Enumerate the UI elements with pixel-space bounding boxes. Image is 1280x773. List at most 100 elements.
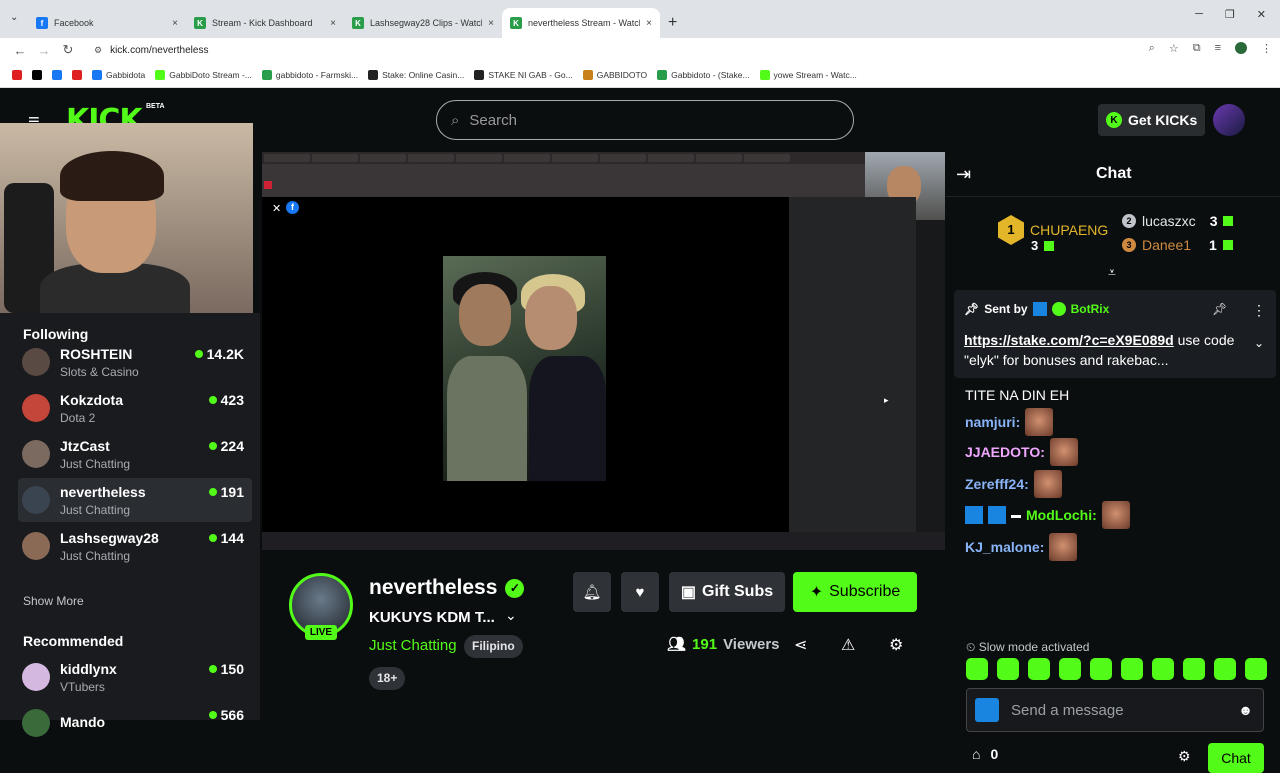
emote-icon[interactable] bbox=[1090, 658, 1112, 680]
report-icon[interactable]: ⚠ bbox=[841, 635, 855, 655]
user-avatar[interactable] bbox=[1213, 104, 1245, 136]
emoji-picker-icon[interactable]: ☻ bbox=[1238, 702, 1253, 718]
leaderboard-second[interactable]: 2 lucaszxc 3 bbox=[1122, 213, 1234, 229]
emote-icon[interactable] bbox=[1028, 658, 1050, 680]
bookmark-item[interactable]: Stake: Online Casin... bbox=[368, 69, 464, 80]
more-options-icon[interactable]: ⋮ bbox=[1252, 302, 1266, 319]
chat-username[interactable]: JJAEDOTO: bbox=[965, 444, 1045, 460]
minimize-icon[interactable]: ─ bbox=[1195, 8, 1203, 21]
user-settings-icon[interactable]: ⚙ bbox=[889, 635, 903, 655]
chat-settings-icon[interactable]: ⚙ bbox=[1178, 748, 1191, 765]
sidebar-channel-jtzcast[interactable]: JtzCast Just Chatting 224 bbox=[18, 432, 252, 476]
sidebar-channel-nevertheless[interactable]: nevertheless Just Chatting 191 bbox=[18, 478, 252, 522]
back-icon[interactable]: ← bbox=[8, 43, 32, 58]
chat-message: JJAEDOTO: bbox=[965, 438, 1078, 466]
emote-icon[interactable] bbox=[1059, 658, 1081, 680]
browser-tab-facebook[interactable]: f Facebook × bbox=[28, 8, 186, 38]
browser-menu-icon[interactable]: ⋮ bbox=[1261, 42, 1272, 55]
reload-icon[interactable]: ↻ bbox=[56, 42, 80, 58]
emote-icon[interactable] bbox=[997, 658, 1019, 680]
gift-subs-button[interactable]: ▣ Gift Subs bbox=[669, 572, 785, 612]
bookmark-item[interactable]: yowe Stream - Watc... bbox=[759, 69, 857, 80]
zoom-icon[interactable]: ⌕ bbox=[1149, 42, 1155, 55]
collapse-leaderboard-icon[interactable]: ⩡ bbox=[1108, 264, 1116, 281]
search-icon: ⌕ bbox=[451, 111, 460, 129]
chat-input[interactable]: Send a message ☻ bbox=[966, 688, 1264, 732]
notification-bell-button[interactable]: 🔔︎ bbox=[573, 572, 611, 612]
channel-info: Mando bbox=[60, 714, 209, 733]
tab-search-icon[interactable]: ⌄ bbox=[10, 12, 18, 23]
chat-username[interactable]: ModLochi: bbox=[1026, 507, 1097, 523]
extensions-icon[interactable]: ⧉ bbox=[1193, 42, 1201, 55]
bookmark-item[interactable]: GABBIDOTO bbox=[582, 69, 648, 80]
chat-input-placeholder: Send a message bbox=[1011, 701, 1124, 719]
emote-icon[interactable] bbox=[1183, 658, 1205, 680]
show-more-link[interactable]: Show More bbox=[23, 594, 84, 608]
bookmark-item[interactable]: Gabbidoto - (Stake... bbox=[657, 69, 750, 80]
kicks-balance[interactable]: ⌂ 0 bbox=[972, 746, 998, 762]
new-tab-icon[interactable]: + bbox=[668, 14, 677, 32]
unpin-icon[interactable]: 📌︎ bbox=[1212, 302, 1227, 316]
leaderboard-third[interactable]: 3 Danee1 1 bbox=[1122, 237, 1233, 253]
chat-username[interactable]: Zerefff24: bbox=[965, 476, 1029, 492]
close-tab-icon[interactable]: × bbox=[646, 18, 652, 29]
bookmark-item[interactable] bbox=[32, 69, 42, 80]
video-player[interactable]: ✕ f ▸ bbox=[262, 152, 945, 550]
pinned-link[interactable]: https://stake.com/?c=eX9E089d bbox=[964, 332, 1174, 348]
channel-viewers: 224 bbox=[208, 438, 244, 454]
chat-username[interactable]: namjuri: bbox=[965, 414, 1020, 430]
close-tab-icon[interactable]: × bbox=[330, 18, 336, 29]
browser-tab-nevertheless[interactable]: K nevertheless Stream - Watch Li × bbox=[502, 8, 660, 38]
collapse-chat-icon[interactable]: ⇥ bbox=[956, 164, 971, 185]
send-chat-button[interactable]: Chat bbox=[1208, 743, 1264, 773]
sidebar-channel-lashsegway28[interactable]: Lashsegway28 Just Chatting 144 bbox=[18, 524, 252, 568]
forward-icon[interactable]: → bbox=[32, 43, 56, 58]
bookmark-item[interactable] bbox=[72, 69, 82, 80]
search-input[interactable]: ⌕ Search bbox=[436, 100, 854, 140]
close-window-icon[interactable]: ✕ bbox=[1257, 8, 1266, 21]
sidebar-channel-kokzdota[interactable]: Kokzdota Dota 2 423 bbox=[18, 386, 252, 430]
stream-category[interactable]: Just Chatting bbox=[369, 637, 457, 654]
restore-icon[interactable]: ❐ bbox=[1225, 8, 1235, 21]
chat-username[interactable]: KJ_malone: bbox=[965, 539, 1044, 555]
bookmark-item[interactable]: GabbiDoto Stream -... bbox=[155, 69, 252, 80]
sidebar-channel-kiddlynx[interactable]: kiddlynx VTubers 150 bbox=[18, 655, 252, 699]
close-tab-icon[interactable]: × bbox=[488, 18, 494, 29]
sidebar-channel-mando[interactable]: Mando 566 bbox=[18, 701, 252, 745]
emote-icon[interactable] bbox=[1121, 658, 1143, 680]
share-icon[interactable]: ⋖ bbox=[794, 635, 807, 655]
get-kicks-button[interactable]: K Get KICKs bbox=[1098, 104, 1205, 136]
streamer-name[interactable]: nevertheless bbox=[369, 576, 497, 600]
sidebar: Following ROSHTEIN Slots & Casino 14.2K Kok… bbox=[0, 313, 260, 737]
tag-filipino[interactable]: Filipino bbox=[464, 635, 523, 658]
tag-18plus[interactable]: 18+ bbox=[369, 667, 406, 690]
url-field[interactable]: ⚙ kick.com/nevertheless bbox=[86, 39, 1166, 61]
bookmark-item[interactable]: Gabbidota bbox=[92, 69, 145, 80]
media-icon[interactable]: ≡ bbox=[1215, 42, 1221, 55]
mod-badge-icon bbox=[988, 506, 1006, 524]
follow-button[interactable]: ♥ bbox=[621, 572, 659, 612]
profile-icon[interactable] bbox=[1235, 42, 1247, 54]
bookmark-star-icon[interactable]: ☆ bbox=[1169, 42, 1179, 55]
bookmark-label: gabbidoto - Farmski... bbox=[275, 69, 359, 80]
emote-icon[interactable] bbox=[1214, 658, 1236, 680]
bookmark-item[interactable]: STAKE NI GAB - Go... bbox=[474, 69, 573, 80]
bookmark-item[interactable]: gabbidoto - Farmski... bbox=[261, 69, 359, 80]
browser-tab-kick-dashboard[interactable]: K Stream - Kick Dashboard × bbox=[186, 8, 344, 38]
tab-title: Stream - Kick Dashboard bbox=[212, 18, 313, 28]
bookmark-label: GABBIDOTO bbox=[596, 69, 648, 80]
subscribe-button[interactable]: ✦ Subscribe bbox=[793, 572, 917, 612]
bookmark-item[interactable] bbox=[52, 69, 62, 80]
emote-icon[interactable] bbox=[1152, 658, 1174, 680]
close-tab-icon[interactable]: × bbox=[172, 18, 178, 29]
expand-pinned-icon[interactable]: ⌄ bbox=[1254, 336, 1264, 350]
chevron-down-icon[interactable]: ⌄ bbox=[505, 607, 517, 624]
bookmark-item[interactable] bbox=[12, 69, 22, 80]
browser-tab-lashsegway[interactable]: K Lashsegway28 Clips - Watch Li × bbox=[344, 8, 502, 38]
emote-icon[interactable] bbox=[966, 658, 988, 680]
site-info-icon[interactable]: ⚙ bbox=[94, 45, 102, 56]
channel-info: Kokzdota Dota 2 bbox=[60, 392, 209, 425]
emote-icon[interactable] bbox=[1245, 658, 1267, 680]
bot-name[interactable]: BotRix bbox=[1071, 302, 1110, 316]
sidebar-channel-roshtein[interactable]: ROSHTEIN Slots & Casino 14.2K bbox=[18, 340, 252, 384]
